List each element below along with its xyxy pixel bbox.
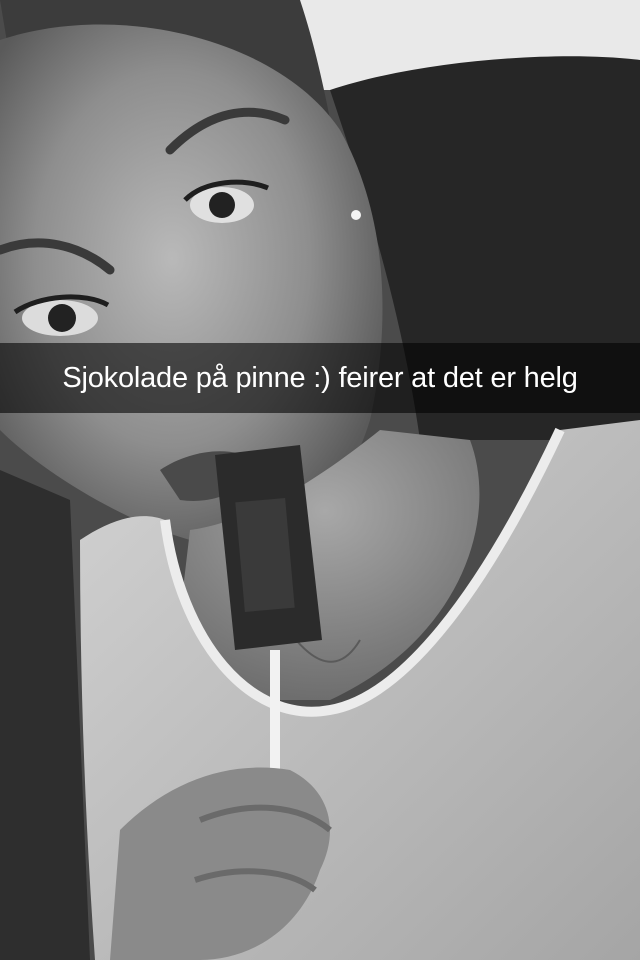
snap-viewer[interactable]: Sjokolade på pinne :) feirer at det er h…	[0, 0, 640, 960]
caption-bar: Sjokolade på pinne :) feirer at det er h…	[0, 343, 640, 413]
snap-caption: Sjokolade på pinne :) feirer at det er h…	[62, 361, 578, 394]
selfie-photo	[0, 0, 640, 960]
